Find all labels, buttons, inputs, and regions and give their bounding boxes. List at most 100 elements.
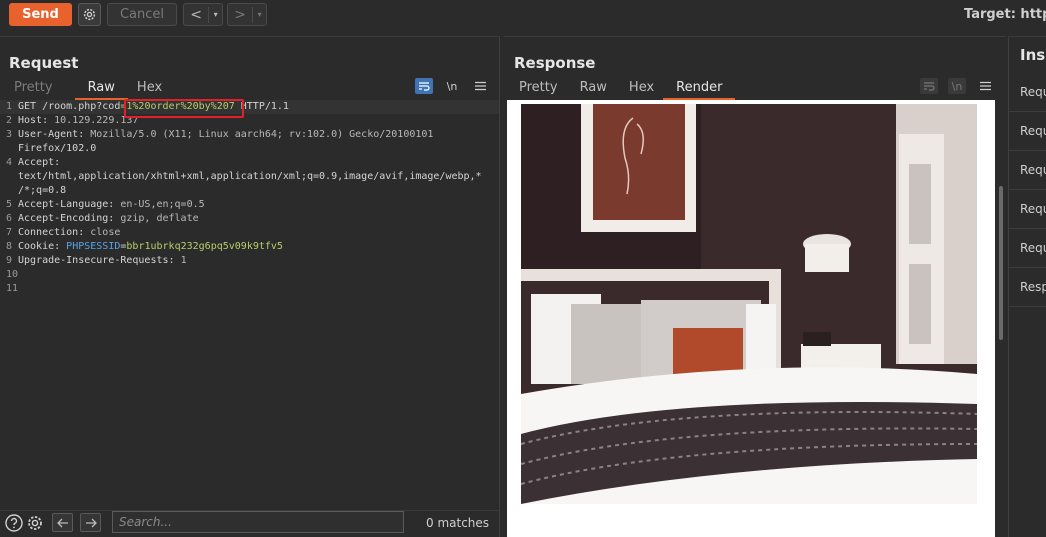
request-line: /*;q=0.8 <box>0 184 499 198</box>
line-number: 7 <box>6 227 13 238</box>
header-key: Accept-Encoding: <box>18 213 115 224</box>
header-value: 1 <box>174 255 187 266</box>
request-line: 7 Connection: close <box>0 226 499 240</box>
line-number: 8 <box>6 241 13 252</box>
render-scrollbar[interactable] <box>996 100 1006 537</box>
gear-icon <box>28 516 42 530</box>
request-line: 3 User-Agent: Mozilla/5.0 (X11; Linux aa… <box>0 128 499 142</box>
top-toolbar: Send Cancel < ▾ > ▾ Target: http:/ <box>0 0 1046 30</box>
request-line: 2 Host: 10.129.229.137 <box>0 114 499 128</box>
line-number: 1 <box>6 101 13 112</box>
header-key: User-Agent: <box>18 129 85 140</box>
request-line: 9 Upgrade-Insecure-Requests: 1 <box>0 254 499 268</box>
inspector-item[interactable]: Requ <box>1009 229 1046 268</box>
newline-toggle[interactable]: \n <box>443 78 461 94</box>
request-line: 6 Accept-Encoding: gzip, deflate <box>0 212 499 226</box>
match-count: 0 matches <box>426 516 490 530</box>
line-number <box>0 142 18 156</box>
header-value-continued: /*;q=0.8 <box>18 185 67 196</box>
line-number: 10 <box>6 269 19 280</box>
cookie-value: bbr1ubrkq232g6pq5v09k9tfv5 <box>126 241 283 252</box>
target-label[interactable]: Target: http:/ <box>964 7 1046 22</box>
header-key: Accept-Language: <box>18 199 115 210</box>
newline-toggle[interactable]: \n <box>948 78 966 94</box>
request-line: Firefox/102.0 <box>0 142 499 156</box>
menu-button[interactable] <box>471 78 489 94</box>
header-value: gzip, deflate <box>114 213 199 224</box>
line-number <box>0 184 18 198</box>
header-key: Cookie: <box>18 241 61 252</box>
help-icon <box>5 514 23 532</box>
line-number: 5 <box>6 199 13 210</box>
response-panel: Response Pretty Raw Hex Render \n <box>503 36 1006 537</box>
header-value-continued: Firefox/102.0 <box>18 143 97 154</box>
tab-hex[interactable]: Hex <box>137 80 184 100</box>
rendered-page[interactable] <box>507 100 995 537</box>
wrap-icon <box>419 82 430 91</box>
settings-button[interactable] <box>78 3 101 26</box>
chevron-down-icon[interactable]: ▾ <box>253 10 266 19</box>
inspector-item[interactable]: Requ <box>1009 73 1046 112</box>
inspector-panel: Insp Requ Requ Requ Requ Requ Resp <box>1008 36 1046 537</box>
forward-button[interactable]: > ▾ <box>227 3 267 26</box>
inspector-item[interactable]: Requ <box>1009 190 1046 229</box>
request-panel: Request Pretty Raw Hex \n 1 GET /room.ph… <box>0 36 500 537</box>
send-button[interactable]: Send <box>9 3 72 26</box>
inspector-item[interactable]: Requ <box>1009 112 1046 151</box>
header-key: Connection: <box>18 227 85 238</box>
request-title: Request <box>9 54 79 72</box>
line-number: 6 <box>6 213 13 224</box>
hotel-room-image <box>521 104 977 504</box>
back-button[interactable]: < ▾ <box>183 3 223 26</box>
back-arrow-icon: < <box>184 6 210 23</box>
header-key: Host: <box>18 115 49 126</box>
hamburger-icon <box>979 81 991 91</box>
chevron-down-icon[interactable]: ▾ <box>209 10 222 19</box>
request-line: 10 <box>0 268 499 282</box>
request-line: 11 <box>0 282 499 296</box>
request-line: 1 GET /room.php?cod=1%20order%20by%207 H… <box>0 99 499 118</box>
response-title: Response <box>514 54 596 72</box>
tab-raw[interactable]: Raw <box>580 80 629 100</box>
header-value: text/html,application/xhtml+xml,applicat… <box>18 171 482 182</box>
tab-raw[interactable]: Raw <box>74 80 128 100</box>
inspector-item[interactable]: Resp <box>1009 268 1046 307</box>
tab-render[interactable]: Render <box>663 80 736 100</box>
menu-button[interactable] <box>976 78 994 94</box>
cookie-name: PHPSESSID <box>60 241 121 252</box>
previous-match-button[interactable] <box>52 513 73 532</box>
search-settings-button[interactable] <box>26 514 44 532</box>
header-key: Upgrade-Insecure-Requests: <box>18 255 175 266</box>
arrow-left-icon <box>56 518 68 527</box>
header-value: en-US,en;q=0.5 <box>114 199 205 210</box>
inspector-title: Insp <box>1020 46 1046 64</box>
scroll-thumb[interactable] <box>999 186 1003 340</box>
wrap-lines-toggle[interactable] <box>415 78 433 94</box>
gear-icon <box>83 8 96 21</box>
arrow-right-icon <box>85 518 97 527</box>
next-match-button[interactable] <box>80 513 101 532</box>
line-number: 2 <box>6 115 13 126</box>
line-number: 3 <box>6 129 13 140</box>
tab-pretty[interactable]: Pretty <box>519 80 580 100</box>
forward-arrow-icon: > <box>228 6 254 23</box>
wrap-lines-toggle[interactable] <box>920 78 938 94</box>
line-number: 11 <box>6 283 19 294</box>
line-number: 4 <box>6 157 13 168</box>
inspector-item[interactable]: Requ <box>1009 151 1046 190</box>
tab-pretty[interactable]: Pretty <box>14 80 75 100</box>
header-value: Mozilla/5.0 (X11; Linux aarch64; rv:102.… <box>84 129 434 140</box>
request-line: 8 Cookie: PHPSESSID=bbr1ubrkq232g6pq5v09… <box>0 240 499 254</box>
header-key: Accept: <box>18 157 61 168</box>
request-method-path: GET /room.php?cod <box>18 101 121 112</box>
request-editor[interactable]: 1 GET /room.php?cod=1%20order%20by%207 H… <box>0 99 499 500</box>
search-input[interactable]: Search... <box>112 511 404 533</box>
header-value: close <box>84 227 121 238</box>
request-tabs: Pretty Raw Hex <box>14 80 184 100</box>
wrap-icon <box>924 82 935 91</box>
cancel-button[interactable]: Cancel <box>107 3 177 26</box>
hamburger-icon <box>474 81 486 91</box>
help-button[interactable] <box>5 514 23 532</box>
request-line: 5 Accept-Language: en-US,en;q=0.5 <box>0 198 499 212</box>
payload-highlight-box <box>124 99 244 118</box>
